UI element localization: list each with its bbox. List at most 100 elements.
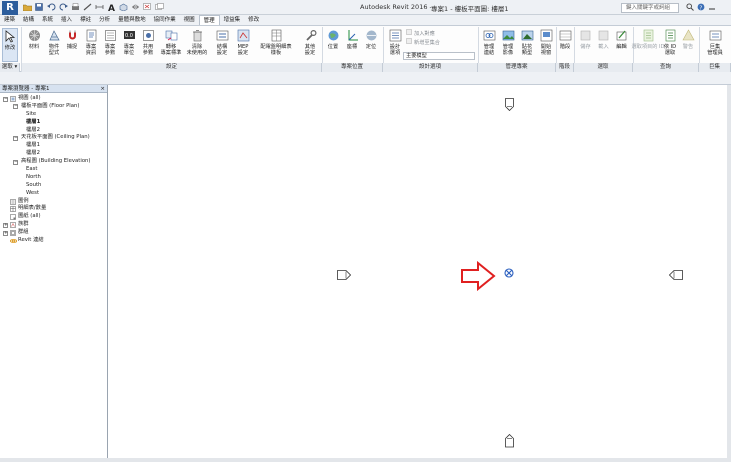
tree-item[interactable]: 明細表/數量 xyxy=(0,205,107,213)
tree-item[interactable]: Site xyxy=(0,111,107,119)
tree-item-label: 樓層1 xyxy=(26,118,41,125)
tab-collaborate[interactable]: 協同作業 xyxy=(150,15,180,25)
edit-selection-button[interactable]: 編輯 xyxy=(613,28,630,60)
tree-item[interactable]: Revit 連結 xyxy=(0,237,107,245)
search-icon[interactable] xyxy=(686,3,694,13)
close-icon[interactable]: × xyxy=(100,85,107,92)
project-base-point-marker[interactable] xyxy=(504,268,514,278)
starting-view-button[interactable]: 開始 視窗 xyxy=(537,28,555,60)
tree-item[interactable]: − 天花板平面圖 (Ceiling Plan) xyxy=(0,134,107,142)
project-information-button[interactable]: 專案 資訊 xyxy=(82,28,100,60)
tab-structure[interactable]: 結構 xyxy=(19,15,38,25)
tree-item[interactable]: West xyxy=(0,190,107,198)
project-parameters-button[interactable]: 專案 參數 xyxy=(101,28,119,60)
dimension-icon[interactable] xyxy=(94,2,104,12)
coordinates-button[interactable]: 座標 xyxy=(343,28,361,60)
tab-add-ins[interactable]: 增益集 xyxy=(220,15,245,25)
tab-massing-site[interactable]: 量體與敷地 xyxy=(114,15,150,25)
materials-button[interactable]: 材料 xyxy=(24,28,44,60)
project-units-button[interactable]: 0.0 專案 單位 xyxy=(120,28,138,60)
object-styles-button[interactable]: 物件 型式 xyxy=(45,28,63,60)
shared-parameters-button[interactable]: 共用 參數 xyxy=(139,28,157,60)
select-by-id-button[interactable]: 依 ID 選取 xyxy=(661,28,679,60)
print-icon[interactable] xyxy=(70,2,80,12)
tab-manage[interactable]: 管理 xyxy=(198,15,220,25)
tree-item[interactable]: 樓層1 xyxy=(0,119,107,127)
tree-item[interactable]: − 視圖 (all) xyxy=(0,95,107,103)
open-icon[interactable] xyxy=(22,2,32,12)
macro-manager-button[interactable]: 巨集 管理員 xyxy=(702,28,728,60)
warnings-button[interactable]: 警告 xyxy=(680,28,696,60)
save-selection-button[interactable]: 儲存 xyxy=(577,28,594,60)
tree-item[interactable]: − 樓板平面圖 (Floor Plan) xyxy=(0,103,107,111)
manage-links-button[interactable]: 管理 連結 xyxy=(480,28,498,60)
document-title: 專案1 - 樓板平面圖: 樓層1 xyxy=(431,5,509,13)
select-dropdown[interactable]: 選取 ▾ xyxy=(0,63,20,72)
expand-icon[interactable]: + xyxy=(3,230,8,236)
purge-unused-button[interactable]: 清除 未使用的 xyxy=(185,28,209,60)
tree-item[interactable]: North xyxy=(0,174,107,182)
mep-settings-button[interactable]: MEP 設定 xyxy=(233,28,253,60)
save-icon[interactable] xyxy=(34,2,44,12)
minimize-icon[interactable] xyxy=(708,3,716,13)
measure-icon[interactable] xyxy=(82,2,92,12)
group-icon xyxy=(10,230,16,236)
tab-insert[interactable]: 插入 xyxy=(57,15,76,25)
modify-button[interactable]: 修改 xyxy=(2,28,18,62)
tree-item[interactable]: East xyxy=(0,166,107,174)
tree-item[interactable]: − 高程圖 (Building Elevation) xyxy=(0,158,107,166)
section-icon[interactable] xyxy=(130,2,140,12)
snaps-button[interactable]: 捕捉 xyxy=(63,28,81,60)
additional-settings-button[interactable]: 其他 設定 xyxy=(300,28,320,60)
east-elevation-marker[interactable] xyxy=(669,270,683,280)
text-icon[interactable]: A xyxy=(106,2,116,12)
expand-icon[interactable]: + xyxy=(3,222,8,228)
tab-modify[interactable]: 修改 xyxy=(244,15,263,25)
quick-access-toolbar: A xyxy=(22,2,164,13)
structural-settings-button[interactable]: 結構 設定 xyxy=(212,28,232,60)
manage-images-button[interactable]: 管理 影像 xyxy=(499,28,517,60)
tree-item-label: Site xyxy=(26,110,37,117)
tree-item[interactable]: 樓層1 xyxy=(0,142,107,150)
redo-icon[interactable] xyxy=(58,2,68,12)
drawing-area[interactable] xyxy=(109,85,727,458)
position-button[interactable]: 定位 xyxy=(362,28,380,60)
south-elevation-marker[interactable] xyxy=(505,434,514,448)
3d-view-icon[interactable] xyxy=(118,2,128,12)
tree-item[interactable]: South xyxy=(0,182,107,190)
project-browser-header: 專案瀏覽器 - 專案1 × xyxy=(0,85,107,93)
panel-project-location-label: 專案位置 xyxy=(322,63,383,72)
collapse-icon[interactable]: − xyxy=(13,135,18,141)
design-options-button[interactable]: 設計 選項 xyxy=(386,28,404,60)
north-elevation-marker[interactable] xyxy=(505,98,514,111)
phases-button[interactable]: 階段 xyxy=(558,28,572,60)
decal-types-button[interactable]: 貼花 類型 xyxy=(518,28,536,60)
tab-systems[interactable]: 系統 xyxy=(38,15,57,25)
tab-annotate[interactable]: 標註 xyxy=(76,15,95,25)
collapse-icon[interactable]: − xyxy=(13,104,18,110)
ids-of-selection-button[interactable]: 選取項目的 ID xyxy=(631,28,665,60)
panel-schedule-templates-button[interactable]: 配電盤明細表 樣板 xyxy=(256,28,296,60)
tree-item[interactable]: + 群組 xyxy=(0,229,107,237)
tree-item[interactable]: 圖例 xyxy=(0,198,107,206)
close-inactive-icon[interactable] xyxy=(142,2,152,12)
collapse-icon[interactable]: − xyxy=(13,159,18,165)
tab-view[interactable]: 視圖 xyxy=(180,15,199,25)
wrench-icon xyxy=(303,28,317,42)
collapse-icon[interactable]: − xyxy=(3,96,8,102)
revit-app-button[interactable]: R xyxy=(2,1,18,15)
tab-analyze[interactable]: 分析 xyxy=(95,15,114,25)
load-selection-button[interactable]: 載入 xyxy=(595,28,612,60)
location-button[interactable]: 位置 xyxy=(324,28,342,60)
design-option-select[interactable]: 主要模型 xyxy=(403,52,475,60)
tab-architecture[interactable]: 建築 xyxy=(0,15,19,25)
search-input[interactable]: 鍵入關鍵字或詞組 xyxy=(621,3,679,13)
switch-windows-icon[interactable] xyxy=(154,2,164,12)
undo-icon[interactable] xyxy=(46,2,56,12)
transfer-project-standards-button[interactable]: 轉移 專案標準 xyxy=(158,28,184,60)
tree-item[interactable]: + 族群 xyxy=(0,221,107,229)
tree-item[interactable]: 樓層2 xyxy=(0,150,107,158)
west-elevation-marker[interactable] xyxy=(337,270,351,280)
help-icon[interactable]: ? xyxy=(697,3,705,13)
tree-item[interactable]: 圖紙 (all) xyxy=(0,213,107,221)
